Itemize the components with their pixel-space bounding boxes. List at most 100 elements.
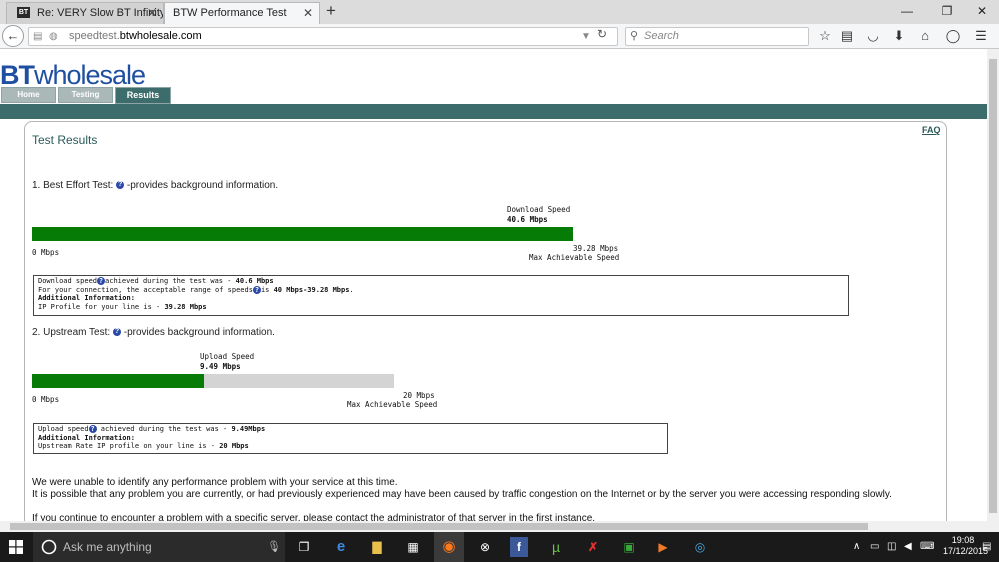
edge-icon[interactable]: e (330, 537, 352, 557)
tab-title: BTW Performance Test (173, 7, 287, 19)
nav-tab-testing[interactable]: Testing (58, 87, 113, 103)
close-window-icon[interactable]: ✕ (970, 2, 994, 20)
search-icon: ⚲ (630, 30, 639, 42)
horizontal-scrollbar[interactable] (0, 521, 999, 532)
tray-overflow-icon[interactable]: ∧ (853, 541, 860, 552)
download-speed-bar (32, 227, 573, 241)
task-view-icon[interactable]: ❐ (293, 537, 315, 557)
download-info-line-1: Download speed? achieved during the test … (38, 277, 274, 285)
download-speed-bar-fill (32, 227, 573, 241)
windows-taskbar: Ask me anything 🎙 ❐ e ▇ ▦ ◉ ⊗ f µ ✗ ▣ ▶ … (0, 532, 999, 562)
firefox-icon[interactable]: ◉ (434, 532, 464, 562)
download-info-line-4: IP Profile for your line is - 39.28 Mbps (38, 302, 207, 311)
dropdown-arrow-icon[interactable]: ▼ (581, 29, 591, 44)
volume-icon[interactable]: ◀ (904, 541, 912, 552)
cortana-search-box[interactable]: Ask me anything 🎙 (33, 532, 285, 562)
chat-icon[interactable]: ◯ (944, 27, 962, 45)
url-text: speedtest.btwholesale.com (69, 30, 202, 42)
upload-info-line-3: Upstream Rate IP profile on your line is… (38, 442, 249, 450)
download-icon[interactable]: ⬇ (890, 27, 908, 45)
upload-max-label: Max Achievable Speed (347, 400, 438, 409)
help-icon[interactable]: ? (97, 277, 106, 285)
action-center-icon[interactable]: ▤ (982, 541, 991, 552)
upload-info-box: Upload speed? achieved during the test w… (33, 423, 668, 454)
app-x-icon[interactable]: ✗ (582, 537, 604, 557)
close-tab-icon[interactable]: ✕ (303, 3, 313, 23)
vertical-scrollbar[interactable] (987, 49, 999, 521)
url-bar[interactable]: ▤ ◍ speedtest.btwholesale.com ▼ (28, 27, 618, 46)
help-icon[interactable]: ? (116, 181, 125, 190)
horizontal-scrollbar-thumb[interactable] (10, 523, 868, 530)
menu-icon[interactable]: ☰ (972, 27, 990, 45)
battery-icon[interactable]: ▭ (870, 541, 879, 552)
clock-time: 19:08 (951, 535, 975, 545)
search-input[interactable]: ⚲ Search (625, 27, 809, 46)
download-max-label: Max Achievable Speed (529, 253, 620, 262)
minimize-icon[interactable]: — (895, 2, 919, 20)
windows-start-icon[interactable] (9, 540, 23, 554)
app-green-icon[interactable]: ▣ (618, 537, 640, 557)
browser-tab-bar: BT Re: VERY Slow BT Infinity ... ✕ BTW P… (0, 0, 999, 24)
nav-tab-home[interactable]: Home (1, 87, 56, 103)
faq-link[interactable]: FAQ (922, 125, 941, 135)
download-heading: 1. Best Effort Test: ? -provides backgro… (32, 180, 279, 191)
help-icon[interactable]: ? (112, 328, 121, 337)
bt-wholesale-logo: BTwholesale (0, 60, 146, 90)
tab-btw-performance-test[interactable]: BTW Performance Test ✕ (164, 2, 320, 24)
clock-date: 17/12/2015 (943, 546, 989, 556)
system-clock[interactable]: 19:08 17/12/2015 (943, 535, 989, 557)
network-icon[interactable]: ◫ (887, 541, 896, 552)
new-tab-plus-icon[interactable]: + (323, 1, 339, 21)
download-speed-label: Download Speed (507, 205, 571, 214)
nav-tab-results[interactable]: Results (115, 87, 171, 104)
upload-speed-value: 9.49 Mbps (200, 362, 241, 371)
vertical-scrollbar-thumb[interactable] (989, 59, 997, 513)
app-blue-icon[interactable]: ◎ (689, 537, 711, 557)
upload-info-line-2: Additional Information: (38, 433, 135, 442)
upload-max-value: 20 Mbps (403, 391, 435, 400)
keyboard-icon[interactable]: ⌨ (920, 541, 934, 552)
globe-icon: ◍ (49, 31, 58, 42)
facebook-icon[interactable]: f (510, 537, 528, 557)
download-max-value: 39.28 Mbps (573, 244, 619, 253)
upload-min-label: 0 Mbps (32, 395, 60, 404)
utorrent-icon[interactable]: µ (545, 537, 567, 557)
pocket-icon[interactable]: ◡ (864, 27, 882, 45)
back-button-icon[interactable]: ← (2, 25, 24, 47)
result-message-2: It is possible that any problem you are … (32, 489, 892, 500)
results-title: Test Results (32, 133, 98, 147)
result-message-1: We were unable to identify any performan… (32, 477, 398, 488)
home-icon[interactable]: ⌂ (916, 27, 934, 45)
cortana-placeholder: Ask me anything (63, 540, 152, 554)
restore-icon[interactable]: ❐ (935, 2, 959, 20)
upload-speed-label: Upload Speed (200, 352, 255, 361)
tab-bt-community[interactable]: BT Re: VERY Slow BT Infinity ... ✕ (6, 2, 164, 24)
bt-favicon-icon: BT (17, 7, 30, 18)
download-info-line-2: For your connection, the acceptable rang… (38, 285, 354, 294)
download-min-label: 0 Mbps (32, 248, 60, 257)
star-icon[interactable]: ☆ (816, 27, 834, 45)
upload-speed-bar (32, 374, 394, 388)
page-content: BTwholesale Home Testing Results Test Re… (0, 49, 987, 521)
upload-heading: 2. Upstream Test: ? -provides background… (32, 327, 275, 338)
media-player-icon[interactable]: ▶ (652, 537, 674, 557)
store-icon[interactable]: ▦ (402, 537, 424, 557)
header-divider-bar (0, 104, 987, 119)
close-tab-icon[interactable]: ✕ (147, 3, 157, 23)
tab-title: Re: VERY Slow BT Infinity ... (37, 7, 164, 19)
reading-list-icon[interactable]: ▤ (838, 27, 856, 45)
search-placeholder: Search (644, 30, 679, 42)
microphone-icon[interactable]: 🎙 (267, 540, 281, 553)
download-speed-value: 40.6 Mbps (507, 215, 548, 224)
download-info-box: Download speed? achieved during the test … (33, 275, 849, 316)
page-info-icon[interactable]: ▤ (33, 29, 42, 44)
reload-icon[interactable]: ↻ (597, 27, 607, 41)
result-message-3: If you continue to encounter a problem w… (32, 513, 596, 521)
help-icon[interactable]: ? (252, 285, 261, 294)
help-icon[interactable]: ? (88, 425, 97, 433)
cortana-circle-icon (41, 539, 57, 555)
upload-speed-bar-fill (32, 374, 204, 388)
xbox-icon[interactable]: ⊗ (474, 537, 496, 557)
file-explorer-icon[interactable]: ▇ (366, 537, 388, 557)
download-info-line-3: Additional Information: (38, 294, 135, 302)
